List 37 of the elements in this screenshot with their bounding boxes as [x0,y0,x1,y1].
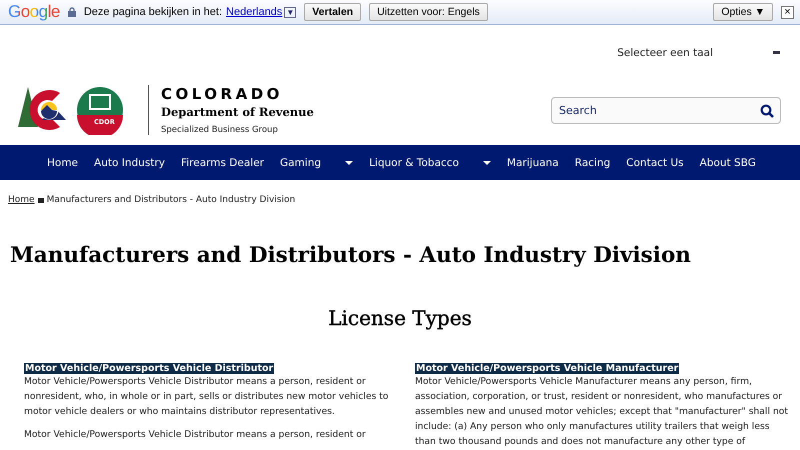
nav-link[interactable]: Gaming [280,156,330,168]
nav-link[interactable]: Home [47,156,78,168]
department-name: Department of Revenue [161,105,314,119]
flag-icon [773,51,780,54]
translate-prompt: Deze pagina bekijken in het: [84,6,222,18]
breadcrumb-separator-icon [38,198,44,202]
nav-link[interactable]: Marijuana [506,156,559,168]
disable-translate-button[interactable]: Uitzetten voor: Engels [369,3,488,21]
license-heading: Motor Vehicle/Powersports Vehicle Manufacturer [415,363,680,374]
license-description: Motor Vehicle/Powersports Vehicle Distributor means a person, resident or nonresident, who, in whole or in part, sells or distributes new motor vehicles to motor vehicle dealers or who maintains distributor representatives. [24,375,390,419]
nav-link[interactable]: Liquor & Tobacco [369,156,467,168]
nav-link[interactable]: Contact Us [626,156,684,168]
nav-link[interactable]: Auto Industry [94,156,165,168]
google-logo: Google [8,2,60,22]
nav-link[interactable]: Firearms Dealer [180,156,264,168]
translate-button[interactable]: Vertalen [304,3,362,21]
state-name: COLORADO [161,85,284,103]
options-button[interactable]: Opties ▼ [713,3,773,21]
dropdown-caret-icon[interactable] [345,160,354,164]
license-description: Motor Vehicle/Powersports Vehicle Distributor means a person, resident or [24,428,367,442]
breadcrumb-home-link[interactable]: Home [8,195,35,205]
section-title: License Types [327,306,473,330]
license-description: Motor Vehicle/Powersports Vehicle Manufacturer means any person, firm, association, corporation, or trust, resident or nonresident, who manufactures or assembles new and unused motor vehicles; except that "manufacturer" shall not include: (a) Any person who only manufactures utility trailers that weigh less than two thousand pounds and does not manufacture any other type of [415,375,789,449]
license-heading: Motor Vehicle/Powersports Vehicle Distributor [24,363,274,374]
language-link[interactable]: Nederlands [226,6,282,18]
search-icon[interactable] [760,104,774,118]
language-selector[interactable]: Selecteer een taal [617,46,713,58]
nav-link[interactable]: Racing [574,156,610,168]
language-dropdown[interactable]: ▼ [284,6,296,18]
lock-icon [68,7,76,17]
search-field[interactable]: Search [551,96,781,124]
group-name: Specialized Business Group [161,125,279,135]
close-button[interactable]: × [781,6,794,18]
page-title: Manufacturers and Distributors - Auto Industry Division [10,243,692,268]
dropdown-caret-icon[interactable] [482,160,491,164]
breadcrumb-current: Manufacturers and Distributors - Auto Industry Division [46,195,296,205]
nav-link[interactable]: About SBG [700,156,756,168]
